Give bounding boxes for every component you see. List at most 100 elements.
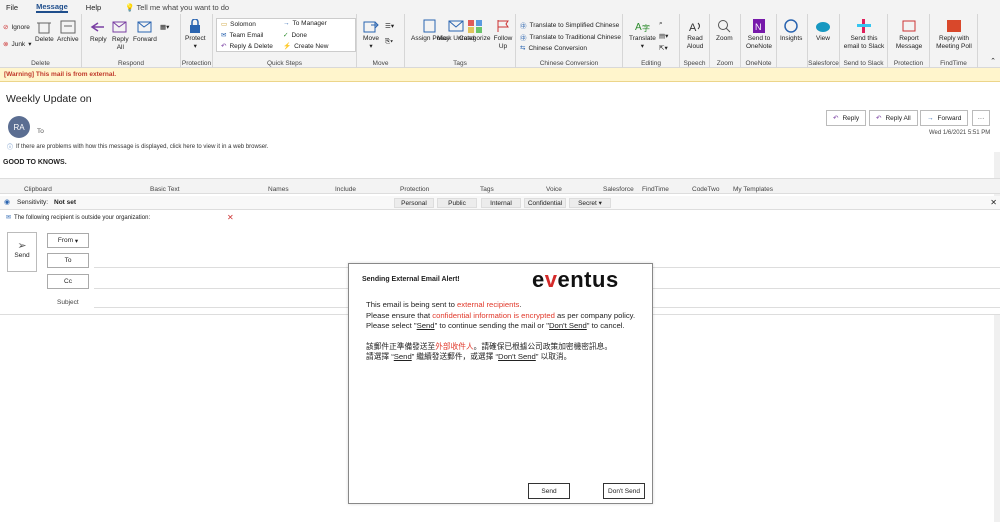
reply-all-button[interactable]: ↶ Reply All: [869, 110, 918, 126]
translate-traditional-button[interactable]: ㊥ Translate to Traditional Chinese: [520, 32, 621, 43]
quickstep-create-new[interactable]: ⚡ Create New: [283, 42, 328, 51]
junk-button[interactable]: ⊗ Junk ▾: [3, 40, 31, 49]
report-icon: [902, 20, 916, 32]
compose-scrollbar[interactable]: [994, 315, 1000, 522]
forward-icon: →: [927, 114, 934, 122]
quickstep-team-email[interactable]: ✉ Team Email: [221, 31, 263, 40]
ignore-button[interactable]: ⊘ Ignore: [3, 23, 30, 32]
sensitivity-internal[interactable]: Internal: [481, 198, 521, 208]
salesforce-view-button[interactable]: View: [815, 19, 831, 43]
check-icon: ✓: [283, 32, 289, 39]
dialog-title: Sending External Email Alert!: [362, 276, 460, 283]
reply-all-icon: ↶: [876, 115, 882, 122]
group-protection-report: Report Message Protection: [888, 14, 930, 68]
report-message-button[interactable]: Report Message: [891, 19, 927, 51]
group-respond: Reply Reply All Forward ▦▾ Respond: [82, 14, 181, 68]
ribbon-reply-button[interactable]: Reply: [90, 20, 107, 44]
sensitivity-value: Not set: [54, 199, 77, 206]
conversion-icon: ⇆: [520, 45, 526, 52]
related-button[interactable]: ▤▾: [659, 32, 668, 40]
categorize-icon: [467, 20, 482, 33]
insights-button[interactable]: Insights: [780, 19, 802, 43]
sensitivity-personal[interactable]: Personal: [394, 198, 434, 208]
dialog-send-button[interactable]: Send: [528, 483, 570, 499]
move-icon: [363, 21, 379, 33]
close-icon[interactable]: ✕: [990, 198, 997, 207]
sensitivity-confidential[interactable]: Confidential: [524, 198, 566, 208]
select-button[interactable]: ⇱▾: [659, 44, 668, 52]
ribbon-reply-all-button[interactable]: Reply All: [112, 20, 129, 52]
group-zoom: Zoom Zoom: [710, 14, 741, 68]
ribbon-forward-button[interactable]: Forward: [133, 20, 157, 44]
message-line-1: This email is being sent to external rec…: [366, 300, 522, 309]
collapse-ribbon-icon[interactable]: ⌃: [990, 57, 996, 65]
send-to-onenote-button[interactable]: N Send to OneNote: [744, 19, 774, 51]
message-line-2: Please ensure that confidential informat…: [366, 310, 636, 320]
search-icon: ⌕: [659, 20, 663, 27]
menu-file[interactable]: File: [6, 3, 18, 12]
compose-ribbon: Clipboard Basic Text Names Include Prote…: [0, 178, 1000, 194]
sensitivity-public[interactable]: Public: [437, 198, 477, 208]
group-label: Speech: [683, 60, 706, 67]
quickstep-done[interactable]: ✓ Done: [283, 31, 307, 40]
mail-icon: ✉: [221, 32, 227, 39]
categorize-button[interactable]: Categorize: [459, 19, 490, 43]
flag-icon: [497, 20, 509, 32]
delete-button[interactable]: Delete: [35, 20, 54, 44]
ribbon-label: Clipboard: [24, 186, 52, 193]
translate-button[interactable]: A 字 Translate ▾: [629, 19, 656, 51]
ribbon-label: Protection: [400, 186, 430, 193]
group-salesforce: View Salesforce: [808, 14, 840, 68]
more-actions-button[interactable]: ···: [972, 110, 990, 126]
group-slack: Send this email to Slack Send to Slack: [840, 14, 888, 68]
menu-message[interactable]: Message: [36, 2, 68, 13]
group-label: Delete: [31, 60, 50, 67]
follow-up-button[interactable]: Follow Up: [491, 19, 515, 51]
rules-icon: ☰▾: [385, 23, 395, 30]
quickstep-to-manager[interactable]: → To Manager: [283, 20, 327, 27]
ribbon-label: Include: [335, 186, 356, 193]
cc-button[interactable]: Cc: [47, 274, 89, 289]
quickstep-solomon[interactable]: ▭ Solomon: [221, 20, 256, 29]
translate-simplified-button[interactable]: ㊥ Translate to Simplified Chinese: [520, 20, 619, 31]
protect-button[interactable]: Protect ▾: [185, 19, 206, 51]
rules-button[interactable]: ☰▾: [385, 22, 394, 30]
sensitivity-secret[interactable]: Secret ▾: [569, 198, 611, 208]
group-label: FindTime: [940, 60, 967, 67]
display-info-bar[interactable]: ⓘ If there are problems with how this mes…: [7, 142, 268, 152]
menu-help[interactable]: Help: [86, 3, 101, 12]
svg-text:N: N: [755, 22, 762, 32]
dismiss-recipient-icon[interactable]: ✕: [227, 213, 234, 222]
translate-icon: ㊥: [520, 23, 527, 30]
from-button[interactable]: From ▾: [47, 233, 89, 248]
reply-icon: [90, 22, 105, 32]
tell-me-search[interactable]: 💡 Tell me what you want to do: [125, 3, 229, 12]
eventus-logo: eventus: [532, 267, 619, 292]
meeting-poll-button[interactable]: Reply with Meeting Poll: [933, 19, 975, 51]
send-button[interactable]: ➢ Send: [7, 232, 37, 272]
send-to-slack-button[interactable]: Send this email to Slack: [843, 19, 885, 51]
read-aloud-button[interactable]: A Read Aloud: [684, 19, 706, 51]
policy-icon: [423, 19, 436, 33]
group-label: Salesforce: [808, 60, 839, 67]
ribbon-label: CodeTwo: [692, 186, 720, 193]
onenote-icon: N: [753, 19, 765, 33]
more-respond-button[interactable]: ▦▾: [160, 24, 169, 32]
zoom-button[interactable]: Zoom: [716, 19, 733, 43]
dialog-dont-send-button[interactable]: Don't Send: [603, 483, 645, 499]
zoom-icon: [718, 20, 731, 33]
find-button[interactable]: ⌕: [659, 20, 663, 28]
move-button[interactable]: Move ▾: [363, 19, 379, 51]
group-speech: A Read Aloud Speech: [680, 14, 710, 68]
ignore-icon: ⊘: [3, 24, 9, 31]
quickstep-reply-delete[interactable]: ↶ Reply & Delete: [221, 42, 273, 51]
forward-button[interactable]: → Forward: [920, 110, 968, 126]
archive-button[interactable]: Archive: [57, 20, 79, 44]
tell-me-label: Tell me what you want to do: [136, 2, 230, 12]
actions-button[interactable]: ⎘▾: [385, 38, 393, 46]
to-button[interactable]: To: [47, 253, 89, 268]
group-tags: Assign Policy Mark Unread Categorize Fol…: [405, 14, 516, 68]
chinese-conversion-button[interactable]: ⇆ Chinese Conversion: [520, 44, 587, 53]
menu-bar: File Message Help 💡 Tell me what you wan…: [0, 0, 1000, 14]
reply-button[interactable]: ↶ Reply: [826, 110, 867, 126]
